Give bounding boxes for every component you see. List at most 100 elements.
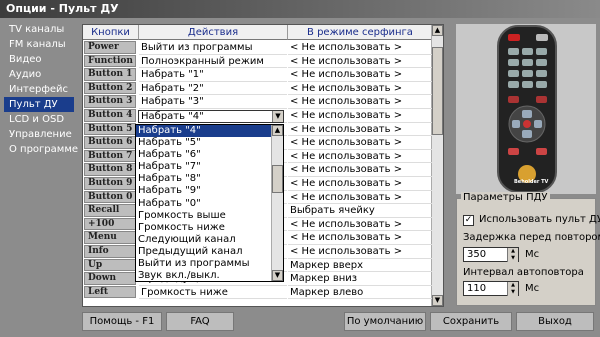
dropdown-option[interactable]: Предыдущий канал xyxy=(136,246,283,258)
action-dropdown-list[interactable]: ▲ ▼ Набрать "4" Набрать "5" Набрать "6" Наб… xyxy=(135,124,284,282)
surf-action-cell[interactable]: < Не использовать > xyxy=(288,245,432,259)
dropdown-option[interactable]: Набрать "5" xyxy=(136,137,283,149)
surf-action-cell[interactable]: < Не использовать > xyxy=(288,231,432,245)
nav-item[interactable]: TV каналы xyxy=(4,22,74,37)
nav-item[interactable]: FM каналы xyxy=(4,37,74,52)
surf-action-cell[interactable]: < Не использовать > xyxy=(288,95,432,109)
exit-button[interactable]: Выход xyxy=(516,312,594,331)
delay-spinbox[interactable]: 350 ▲ ▼ xyxy=(463,247,519,262)
remote-key-cell[interactable]: Function xyxy=(84,54,136,68)
nav-item[interactable]: LCD и OSD xyxy=(4,112,74,127)
surf-action-cell[interactable]: < Не использовать > xyxy=(288,55,432,69)
nav-item[interactable]: Интерфейс xyxy=(4,82,74,97)
dropdown-option[interactable]: Набрать "8" xyxy=(136,173,283,185)
remote-key-cell[interactable]: Recall xyxy=(84,204,136,217)
column-header-actions[interactable]: Действия xyxy=(139,25,288,40)
scroll-up-icon[interactable]: ▲ xyxy=(272,125,283,136)
nav-item[interactable]: Пульт ДУ xyxy=(4,97,74,112)
remote-key-cell[interactable]: +100 xyxy=(84,217,136,231)
nav-item[interactable]: Аудио xyxy=(4,67,74,82)
remote-key-cell[interactable]: Button 4 xyxy=(84,109,136,122)
table-row[interactable]: Function Полноэкранный режим < Не использо… xyxy=(83,54,433,69)
surf-action-cell[interactable]: Маркер вниз xyxy=(288,272,432,286)
faq-button[interactable]: FAQ xyxy=(166,312,234,331)
use-remote-checkbox[interactable]: ✓ xyxy=(463,215,474,226)
help-button[interactable]: Помощь - F1 xyxy=(82,312,162,331)
remote-key-cell[interactable]: Up xyxy=(84,258,136,272)
remote-key-cell[interactable]: Info xyxy=(84,245,136,258)
remote-key-cell[interactable]: Button 9 xyxy=(84,177,136,190)
surf-action-cell[interactable]: < Не использовать > xyxy=(288,150,432,164)
surf-action-cell[interactable]: < Не использовать > xyxy=(288,218,432,232)
table-row[interactable]: Button 3 Набрать "3" < Не использовать > xyxy=(83,95,433,109)
remote-key-cell[interactable]: Menu xyxy=(84,231,136,244)
action-cell[interactable]: Полноэкранный режим xyxy=(139,55,287,69)
dropdown-option[interactable]: Громкость ниже xyxy=(136,222,283,234)
surf-action-cell[interactable]: < Не использовать > xyxy=(288,68,432,82)
spin-up-icon[interactable]: ▲ xyxy=(507,248,518,255)
save-button[interactable]: Сохранить xyxy=(430,312,512,331)
remote-key-cell[interactable]: Down xyxy=(84,272,136,285)
remote-key-cell[interactable]: Button 0 xyxy=(84,190,136,204)
surf-action-cell[interactable]: < Не использовать > xyxy=(288,177,432,191)
dropdown-option[interactable]: Выйти из программы xyxy=(136,258,283,270)
remote-key-cell[interactable]: Button 6 xyxy=(84,136,136,149)
action-cell[interactable]: Набрать "2" xyxy=(139,82,287,96)
surf-action-cell[interactable]: Маркер вверх xyxy=(288,259,432,273)
column-header-buttons[interactable]: Кнопки xyxy=(83,25,139,40)
table-row[interactable]: Button 1 Набрать "1" < Не использовать > xyxy=(83,68,433,82)
spin-down-icon[interactable]: ▼ xyxy=(507,289,518,296)
remote-key-cell[interactable]: Button 8 xyxy=(84,163,136,176)
surf-action-cell[interactable]: < Не использовать > xyxy=(288,123,432,137)
dropdown-option[interactable]: Следующий канал xyxy=(136,234,283,246)
scroll-down-icon[interactable]: ▼ xyxy=(272,270,283,281)
params-group-title: Параметры ПДУ xyxy=(461,192,550,203)
action-cell[interactable]: Набрать "1" xyxy=(139,68,287,82)
action-combo[interactable]: Набрать "4" ▼ xyxy=(138,110,284,123)
action-cell[interactable]: Выйти из программы xyxy=(139,41,287,55)
action-cell[interactable]: Громкость ниже xyxy=(139,286,287,300)
surf-action-cell[interactable]: < Не использовать > xyxy=(288,41,432,55)
chevron-down-icon[interactable]: ▼ xyxy=(272,111,283,122)
nav-item[interactable]: Видео xyxy=(4,52,74,67)
surf-action-cell[interactable]: < Не использовать > xyxy=(288,109,432,123)
table-row[interactable]: Left Громкость ниже Маркер влево xyxy=(83,285,433,300)
surf-action-cell[interactable]: < Не использовать > xyxy=(288,191,432,205)
remote-key-cell[interactable]: Left xyxy=(84,285,136,299)
remote-key-cell[interactable]: Button 5 xyxy=(84,122,136,136)
dropdown-option[interactable]: Набрать "6" xyxy=(136,149,283,161)
dropdown-option[interactable]: Набрать "0" xyxy=(136,198,283,210)
scroll-thumb[interactable] xyxy=(272,165,283,193)
remote-key-cell[interactable]: Button 1 xyxy=(84,68,136,81)
remote-key-cell[interactable]: Button 7 xyxy=(84,149,136,163)
table-row[interactable]: Button 2 Набрать "2" < Не использовать > xyxy=(83,81,433,96)
surf-action-cell[interactable]: < Не использовать > xyxy=(288,163,432,177)
interval-spinbox[interactable]: 110 ▲ ▼ xyxy=(463,281,519,296)
spin-up-icon[interactable]: ▲ xyxy=(507,282,518,289)
dropdown-option[interactable]: Набрать "4" xyxy=(136,125,283,138)
action-cell[interactable]: Набрать "3" xyxy=(139,95,287,109)
scroll-up-icon[interactable]: ▲ xyxy=(432,25,443,36)
surf-action-cell[interactable]: < Не использовать > xyxy=(288,136,432,150)
dropdown-option[interactable]: Звук вкл./выкл. xyxy=(136,270,283,281)
scroll-thumb[interactable] xyxy=(432,47,443,135)
defaults-button[interactable]: По умолчанию xyxy=(344,312,426,331)
surf-action-cell[interactable]: Выбрать ячейку xyxy=(288,204,432,218)
surf-action-cell[interactable]: Маркер влево xyxy=(288,286,432,300)
remote-key-cell[interactable]: Button 2 xyxy=(84,81,136,95)
dropdown-scrollbar[interactable]: ▲ ▼ xyxy=(271,125,283,281)
table-row[interactable]: Power Выйти из программы < Не использовать… xyxy=(83,41,433,55)
scroll-down-icon[interactable]: ▼ xyxy=(432,295,443,306)
column-header-surfing[interactable]: В режиме серфинга xyxy=(288,25,433,40)
nav-item[interactable]: Управление xyxy=(4,127,74,142)
dropdown-option[interactable]: Громкость выше xyxy=(136,210,283,222)
surf-action-cell[interactable]: < Не использовать > xyxy=(288,82,432,96)
remote-key-cell[interactable]: Button 3 xyxy=(84,95,136,108)
interval-label: Интервал автоповтора xyxy=(463,267,584,278)
dropdown-option[interactable]: Набрать "7" xyxy=(136,161,283,173)
action-combo-value: Набрать "4" xyxy=(141,111,204,122)
dropdown-option[interactable]: Набрать "9" xyxy=(136,185,283,197)
nav-item[interactable]: О программе xyxy=(4,142,78,157)
spin-down-icon[interactable]: ▼ xyxy=(507,255,518,262)
remote-key-cell[interactable]: Power xyxy=(84,41,136,54)
